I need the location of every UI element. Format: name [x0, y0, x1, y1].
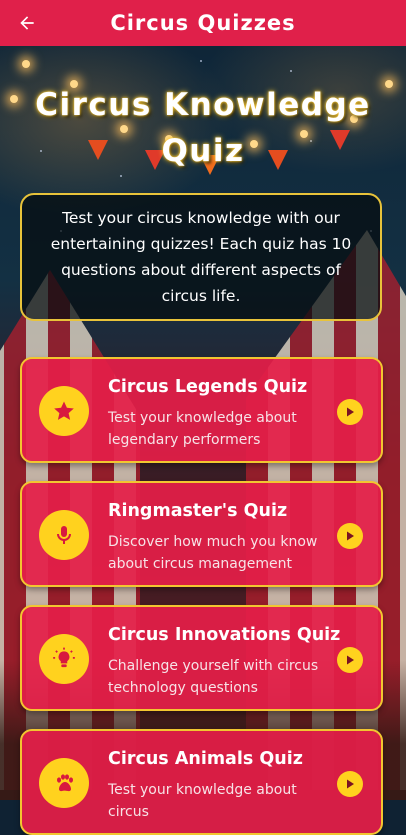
quiz-card-ringmaster[interactable]: Ringmaster's Quiz Discover how much you … [20, 481, 383, 587]
quiz-icon-badge [39, 386, 89, 436]
quiz-description: Challenge yourself with circus technolog… [108, 658, 319, 696]
quiz-description: Discover how much you know about circus … [108, 534, 318, 572]
play-icon [347, 407, 354, 417]
quiz-title: Circus Innovations Quiz [108, 625, 341, 645]
play-icon [347, 655, 354, 665]
play-icon [347, 531, 354, 541]
lightbulb-icon [53, 647, 75, 668]
play-button[interactable] [337, 647, 363, 673]
arrow-left-icon [20, 16, 34, 30]
play-button[interactable] [337, 771, 363, 797]
quiz-title: Ringmaster's Quiz [108, 501, 288, 521]
back-button[interactable] [10, 6, 44, 40]
quiz-icon-badge [39, 510, 89, 560]
quiz-card-circus-legends[interactable]: Circus Legends Quiz Test your knowledge … [20, 357, 383, 463]
paw-icon [57, 774, 73, 792]
quiz-description: Test your knowledge about legendary perf… [108, 410, 297, 448]
play-button[interactable] [337, 523, 363, 549]
quiz-card-innovations[interactable]: Circus Innovations Quiz Challenge yourse… [20, 605, 383, 711]
quiz-icon-badge [39, 634, 89, 684]
star-icon [54, 401, 74, 420]
intro-box: Test your circus knowledge with our ente… [20, 193, 382, 321]
quiz-title: Circus Animals Quiz [108, 749, 303, 769]
quiz-icon-badge [39, 758, 89, 808]
intro-text: Test your circus knowledge with our ente… [50, 209, 352, 305]
quiz-card-animals[interactable]: Circus Animals Quiz Test your knowledge … [20, 729, 383, 835]
app-bar: Circus Quizzes [0, 0, 406, 46]
microphone-icon [57, 526, 71, 544]
quiz-title: Circus Legends Quiz [108, 377, 308, 397]
page-title: Circus Knowledge Quiz [35, 87, 371, 169]
quiz-description: Test your knowledge about circus [108, 782, 297, 820]
play-button[interactable] [337, 399, 363, 425]
app-bar-title: Circus Quizzes [110, 11, 296, 35]
play-icon [347, 779, 354, 789]
